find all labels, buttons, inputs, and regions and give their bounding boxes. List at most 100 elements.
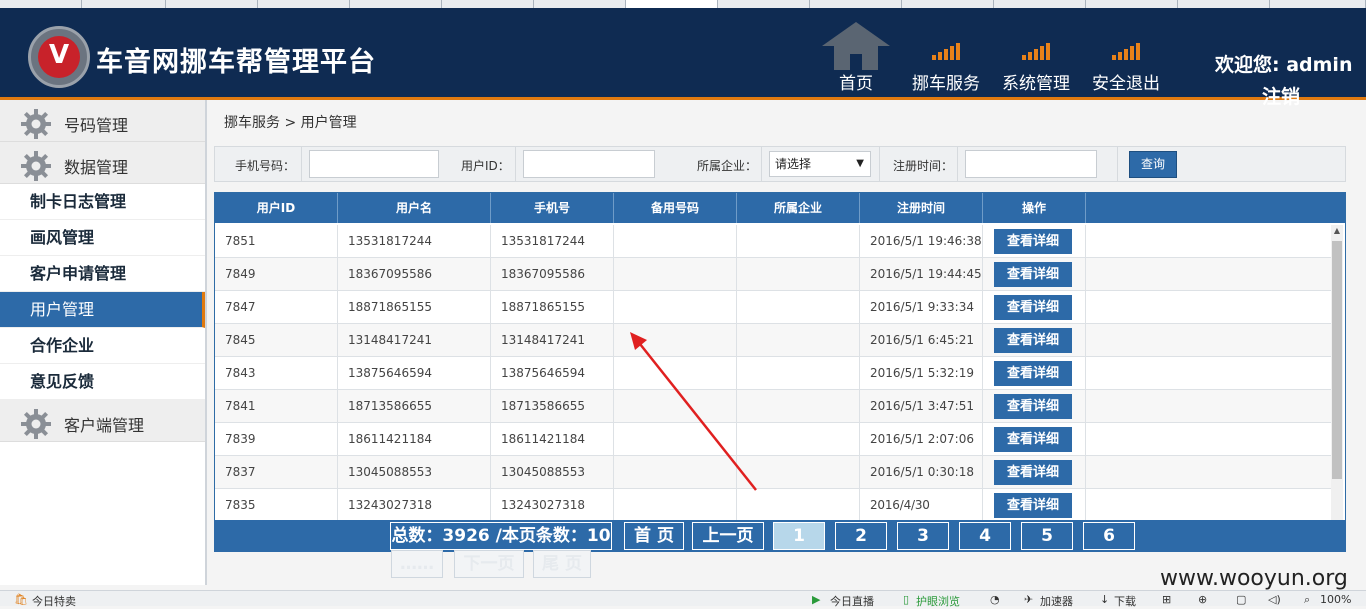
- view-detail-button[interactable]: 查看详细: [994, 229, 1072, 254]
- speed-icon[interactable]: ◔: [990, 593, 1000, 606]
- nav-safe-exit[interactable]: 安全退出: [1086, 18, 1166, 100]
- cell-phone: 13531817244: [491, 225, 614, 258]
- cell-backup: [614, 291, 737, 324]
- cell-regtime: 2016/5/1 2:07:06: [860, 423, 983, 456]
- view-detail-button[interactable]: 查看详细: [994, 394, 1072, 419]
- sidebar-item-customer-apply[interactable]: 客户申请管理: [0, 256, 205, 292]
- scroll-up-arrow-icon[interactable]: ▲: [1331, 225, 1343, 237]
- nav-safe-exit-label: 安全退出: [1092, 74, 1160, 94]
- sidebar-section-label: 客户端管理: [64, 416, 145, 435]
- filter-bar: 手机号码： 用户ID： 所属企业： 请选择 ▼ 注册时间： 查询: [214, 146, 1346, 182]
- col-header-regtime[interactable]: 注册时间: [860, 193, 983, 223]
- browser-tab[interactable]: [994, 0, 1086, 8]
- screenshot-icon[interactable]: ▢: [1236, 593, 1246, 606]
- cell-company: [737, 324, 860, 357]
- site-title: 车音网挪车帮管理平台: [96, 47, 376, 78]
- window-icon[interactable]: ⊞: [1162, 593, 1171, 606]
- view-detail-button[interactable]: 查看详细: [994, 295, 1072, 320]
- nav-system-admin[interactable]: 系统管理: [996, 18, 1076, 100]
- page-button[interactable]: 6: [1083, 522, 1135, 550]
- col-header-phone[interactable]: 手机号: [491, 193, 614, 223]
- browser-tab[interactable]: [0, 0, 82, 8]
- volume-icon[interactable]: ◁): [1268, 593, 1281, 606]
- cell-backup: [614, 423, 737, 456]
- page-button[interactable]: 3: [897, 522, 949, 550]
- userid-filter-input[interactable]: [523, 150, 655, 178]
- status-eye-care[interactable]: 护眼浏览: [916, 593, 960, 609]
- nav-home[interactable]: 首页: [816, 18, 896, 100]
- nav-parking-service[interactable]: 挪车服务: [906, 18, 986, 100]
- pagination-bar: 总数：3926 /本页条数：10 首 页 上一页 1 2 3 4 5 6: [214, 520, 1346, 552]
- browser-icon[interactable]: ⊕: [1198, 593, 1207, 606]
- next-page-button[interactable]: 下一页: [454, 550, 524, 578]
- view-detail-button[interactable]: 查看详细: [994, 493, 1072, 518]
- sidebar-section-client-mgmt[interactable]: 客户端管理: [0, 400, 205, 442]
- regtime-filter-input[interactable]: [965, 150, 1097, 178]
- cell-company: [737, 489, 860, 522]
- cell-company: [737, 423, 860, 456]
- browser-tab[interactable]: [258, 0, 350, 8]
- browser-tab[interactable]: [1270, 0, 1366, 8]
- company-filter-select[interactable]: 请选择 ▼: [769, 151, 871, 177]
- app-logo[interactable]: V: [28, 26, 90, 88]
- table-row: 7847 18871865155 18871865155 2016/5/1 9:…: [215, 291, 1331, 324]
- gear-icon: [21, 151, 51, 181]
- view-detail-button[interactable]: 查看详细: [994, 328, 1072, 353]
- status-daily-deals[interactable]: 今日特卖: [32, 593, 76, 609]
- first-page-button[interactable]: 首 页: [624, 522, 684, 550]
- cell-userid: 7841: [215, 390, 338, 423]
- sidebar-item-style[interactable]: 画风管理: [0, 220, 205, 256]
- sidebar-item-user-mgmt[interactable]: 用户管理: [0, 292, 205, 328]
- page-button[interactable]: 4: [959, 522, 1011, 550]
- col-header-username[interactable]: 用户名: [338, 193, 491, 223]
- cell-backup: [614, 357, 737, 390]
- nav-parking-service-label: 挪车服务: [912, 74, 980, 94]
- cell-backup: [614, 390, 737, 423]
- sidebar-item-feedback[interactable]: 意见反馈: [0, 364, 205, 400]
- col-header-backup[interactable]: 备用号码: [614, 193, 737, 223]
- status-download[interactable]: 下载: [1114, 593, 1136, 609]
- browser-tab[interactable]: [166, 0, 258, 8]
- prev-page-button[interactable]: 上一页: [692, 522, 764, 550]
- last-page-button[interactable]: 尾 页: [533, 550, 591, 578]
- cell-regtime: 2016/5/1 6:45:21: [860, 324, 983, 357]
- phone-filter-input[interactable]: [309, 150, 439, 178]
- page-button[interactable]: 5: [1021, 522, 1073, 550]
- browser-tab[interactable]: [810, 0, 902, 8]
- rocket-icon: ✈: [1024, 593, 1034, 606]
- sidebar-section-number-mgmt[interactable]: 号码管理: [0, 100, 205, 142]
- view-detail-button[interactable]: 查看详细: [994, 427, 1072, 452]
- table-scrollbar[interactable]: ▲ ▼: [1331, 225, 1343, 551]
- home-icon: [822, 22, 890, 70]
- query-button[interactable]: 查询: [1129, 151, 1177, 178]
- scrollbar-thumb[interactable]: [1332, 241, 1342, 479]
- cell-phone: 13045088553: [491, 456, 614, 489]
- table-header: 用户ID 用户名 手机号 备用号码 所属企业 注册时间 操作: [215, 193, 1345, 223]
- status-live[interactable]: 今日直播: [830, 593, 874, 609]
- sidebar-item-partner[interactable]: 合作企业: [0, 328, 205, 364]
- browser-tab[interactable]: [534, 0, 626, 8]
- status-zoom[interactable]: 100%: [1320, 593, 1351, 606]
- view-detail-button[interactable]: 查看详细: [994, 361, 1072, 386]
- view-detail-button[interactable]: 查看详细: [994, 460, 1072, 485]
- browser-tab[interactable]: [1178, 0, 1270, 8]
- page-button-current[interactable]: 1: [773, 522, 825, 550]
- table-row: 7837 13045088553 13045088553 2016/5/1 0:…: [215, 456, 1331, 489]
- status-accelerator[interactable]: 加速器: [1040, 593, 1073, 609]
- browser-tab[interactable]: [1086, 0, 1178, 8]
- browser-tab[interactable]: [902, 0, 994, 8]
- browser-tab[interactable]: [442, 0, 534, 8]
- cell-username: 18713586655: [338, 390, 491, 423]
- sidebar-item-card-log[interactable]: 制卡日志管理: [0, 184, 205, 220]
- page-button[interactable]: 2: [835, 522, 887, 550]
- sidebar-section-data-mgmt[interactable]: 数据管理: [0, 142, 205, 184]
- browser-tab-active[interactable]: [626, 0, 718, 8]
- col-header-userid[interactable]: 用户ID: [215, 193, 338, 223]
- col-header-company[interactable]: 所属企业: [737, 193, 860, 223]
- browser-tab[interactable]: [350, 0, 442, 8]
- browser-tab[interactable]: [82, 0, 166, 8]
- browser-tab[interactable]: [718, 0, 810, 8]
- view-detail-button[interactable]: 查看详细: [994, 262, 1072, 287]
- cell-phone: 13243027318: [491, 489, 614, 522]
- cell-phone: 13875646594: [491, 357, 614, 390]
